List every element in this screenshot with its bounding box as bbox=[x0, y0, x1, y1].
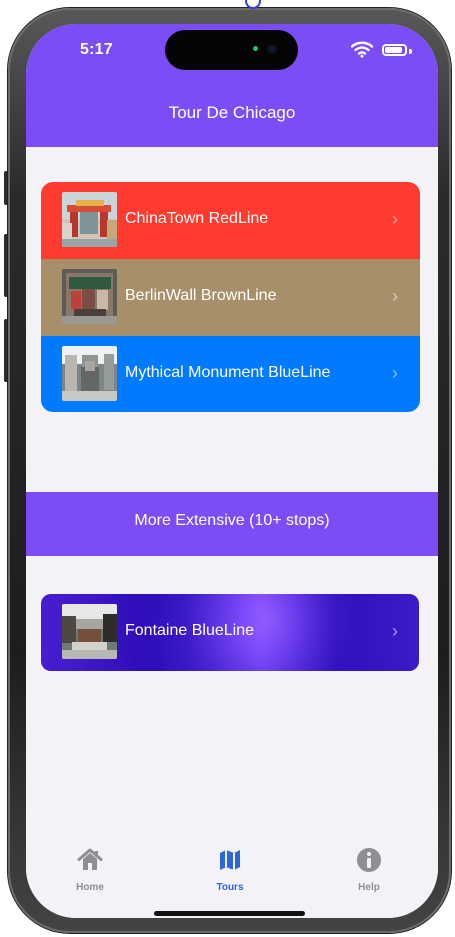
tour-label: Mythical Monument BlueLine bbox=[125, 364, 331, 381]
tour-row-chinatown-redline[interactable]: ChinaTown RedLine › bbox=[41, 182, 420, 259]
berlinwall-image bbox=[62, 269, 117, 324]
tab-help[interactable]: Help bbox=[329, 846, 409, 893]
chevron-right-icon: › bbox=[392, 621, 398, 641]
tour-label: Fontaine BlueLine bbox=[125, 622, 254, 639]
tour-label: ChinaTown RedLine bbox=[125, 210, 269, 227]
privacy-indicator-icon bbox=[253, 46, 258, 51]
status-time: 5:17 bbox=[80, 41, 113, 58]
tab-label: Home bbox=[76, 882, 104, 893]
tab-bar: Home Tours Help bbox=[26, 824, 438, 918]
tab-label: Help bbox=[358, 882, 380, 893]
section-title: More Extensive (10+ stops) bbox=[26, 492, 438, 556]
app-screenshot: 5:17 Tour De Chicago ChinaTown RedLine ›… bbox=[0, 0, 455, 937]
app-header: 5:17 Tour De Chicago bbox=[26, 24, 438, 147]
map-icon bbox=[220, 850, 240, 870]
tour-row-mythical-monument-blueline[interactable]: Mythical Monument BlueLine › bbox=[41, 336, 420, 412]
house-icon bbox=[77, 848, 103, 870]
tab-tours[interactable]: Tours bbox=[190, 846, 270, 893]
chevron-right-icon: › bbox=[392, 286, 398, 306]
monument-thumbnail bbox=[62, 346, 117, 401]
tour-row-fontaine-blueline[interactable]: Fontaine BlueLine › bbox=[41, 594, 419, 671]
battery-level bbox=[385, 47, 402, 53]
monument-image bbox=[62, 346, 117, 401]
status-icons bbox=[350, 40, 412, 58]
info-icon bbox=[357, 848, 381, 872]
chevron-right-icon: › bbox=[392, 209, 398, 229]
tab-home[interactable]: Home bbox=[50, 846, 130, 893]
fontaine-thumbnail bbox=[62, 604, 117, 659]
page-title: Tour De Chicago bbox=[168, 103, 296, 122]
tour-label: BerlinWall BrownLine bbox=[125, 287, 277, 304]
phone-screen: 5:17 Tour De Chicago ChinaTown RedLine ›… bbox=[26, 24, 438, 918]
tour-row-berlinwall-brownline[interactable]: BerlinWall BrownLine › bbox=[41, 259, 420, 336]
chinatown-image bbox=[62, 192, 117, 247]
battery-icon bbox=[382, 44, 412, 56]
home-indicator[interactable] bbox=[154, 911, 305, 916]
battery-cap bbox=[409, 49, 412, 54]
fontaine-image bbox=[62, 604, 117, 659]
dynamic-island bbox=[165, 30, 298, 70]
wifi-icon bbox=[350, 41, 374, 58]
chinatown-thumbnail bbox=[62, 192, 117, 247]
tab-label: Tours bbox=[216, 882, 244, 893]
berlinwall-thumbnail bbox=[62, 269, 117, 324]
camera-icon bbox=[267, 44, 277, 54]
chevron-right-icon: › bbox=[392, 363, 398, 383]
tour-list: ChinaTown RedLine › BerlinWall BrownLine… bbox=[41, 182, 420, 412]
